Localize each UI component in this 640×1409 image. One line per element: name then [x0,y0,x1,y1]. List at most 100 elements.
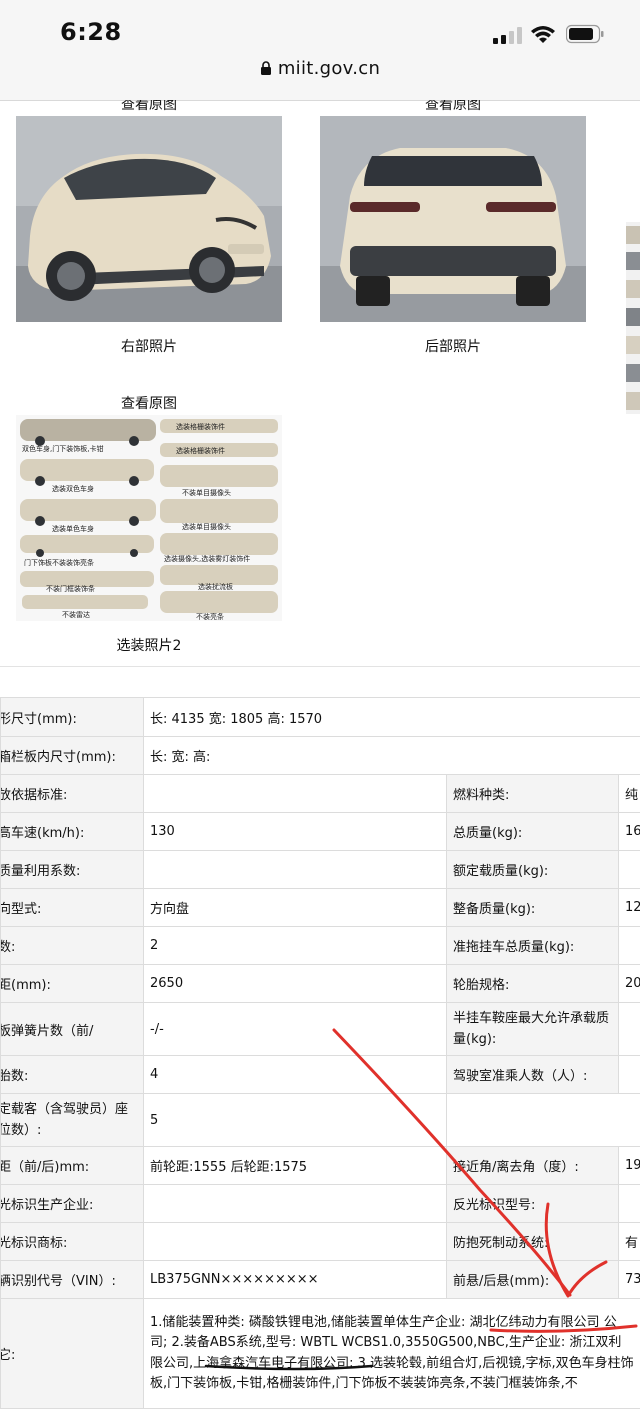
spec-row: 高车速(km/h): 130 总质量(kg): 16 [1,813,640,851]
spec-row: 胎数: 4 驾驶室准乘人数（人）: [1,1056,640,1094]
spec-value: 5 [144,1094,447,1147]
spec-label: 准拖挂车总质量(kg): [447,927,619,965]
spec-label: 轮胎规格: [447,965,619,1003]
collage-label: 双色车身,门下装饰板,卡钳 [22,444,103,453]
rear-photo[interactable] [320,116,586,322]
cellular-signal-icon [493,26,523,44]
spec-value: 19/ [619,1147,640,1185]
spec-value: LB375GNN××××××××× [144,1261,447,1299]
spec-value: 73 [619,1261,640,1299]
spec-label: 总质量(kg): [447,813,619,851]
collage-label: 选装单目摄像头 [182,522,231,531]
status-time: 6:28 [60,18,122,46]
collage-label: 选装双色车身 [52,484,94,493]
spec-label: 板弹簧片数（前/ [1,1003,144,1056]
collage-label: 选装摄像头,选装雾灯装饰件 [164,554,250,563]
spec-value [144,1223,447,1261]
spec-label: 质量利用系数: [1,851,144,889]
view-original-link[interactable]: 查看原图 [16,100,282,116]
spec-label: 额定载质量(kg): [447,851,619,889]
spec-row: 放依据标准: 燃料种类: 纯 [1,775,640,813]
spec-value: 长: 4135 宽: 1805 高: 1570 [144,698,640,737]
wifi-icon [530,24,556,44]
spec-label: 防抱死制动系统: [447,1223,619,1261]
spec-row: 光标识商标: 防抱死制动系统: 有 [1,1223,640,1261]
spec-label: 箱栏板内尺寸(mm): [1,737,144,775]
spec-value: 16 [619,813,640,851]
spec-label: 距(mm): [1,965,144,1003]
spec-value: 4 [144,1056,447,1094]
spec-label: 放依据标准: [1,775,144,813]
spec-value: 有 [619,1223,640,1261]
spec-value: 前轮距:1555 后轮距:1575 [144,1147,447,1185]
address-bar[interactable]: miit.gov.cn [0,58,640,79]
spec-value: 2 [144,927,447,965]
collage-label: 不装亮条 [196,612,224,621]
spec-label: 定载客（含驾驶员）座位数）: [1,1094,144,1147]
lock-icon [260,61,272,75]
spec-row: 辆识别代号（VIN）: LB375GNN××××××××× 前悬/后悬(mm):… [1,1261,640,1299]
spec-notes-text: 1.储能装置种类: 磷酸铁锂电池,储能装置单体生产企业: 湖北亿纬动力有限公司 … [144,1299,640,1409]
spec-value: 2650 [144,965,447,1003]
spec-value [619,1185,640,1223]
spec-label: 形尺寸(mm): [1,698,144,737]
spec-value: 130 [144,813,447,851]
photo-card-right: 查看原图 右部照片 [16,100,282,356]
collage-label: 不装门框装饰条 [46,584,95,593]
spec-label: 辆识别代号（VIN）: [1,1261,144,1299]
collage-label: 选装格栅装饰件 [176,422,225,431]
spec-value: 方向盘 [144,889,447,927]
right-side-photo[interactable] [16,116,282,322]
view-original-link[interactable]: 查看原图 [16,393,282,415]
photo-gallery: 查看原图 右部照片 查看原图 [0,100,640,665]
spec-row: 距(mm): 2650 轮胎规格: 20 [1,965,640,1003]
spec-row-notes: 它: 1.储能装置种类: 磷酸铁锂电池,储能装置单体生产企业: 湖北亿纬动力有限… [1,1299,640,1409]
collage-label: 不装单目摄像头 [182,488,231,497]
spec-row: 定载客（含驾驶员）座位数）: 5 [1,1094,640,1147]
photo-card-rear: 查看原图 后部照片 [320,100,586,356]
collage-label: 不装雷达 [62,610,90,619]
spec-value [144,851,447,889]
spec-label: 高车速(km/h): [1,813,144,851]
spec-value [619,1003,640,1056]
photo-caption: 右部照片 [16,336,282,356]
spec-value [447,1094,640,1147]
section-divider [0,666,640,667]
spec-value [619,927,640,965]
spec-value: 20 [619,965,640,1003]
spec-label: 整备质量(kg): [447,889,619,927]
battery-icon [566,24,604,44]
next-photo-thumbnail-strip [626,222,640,414]
spec-value [144,775,447,813]
photo-card-optional-2: 查看原图 [16,393,282,655]
spec-value [619,851,640,889]
spec-label: 它: [1,1299,144,1409]
spec-row: 距（前/后)mm: 前轮距:1555 后轮距:1575 接近角/离去角（度）: … [1,1147,640,1185]
spec-row: 数: 2 准拖挂车总质量(kg): [1,927,640,965]
spec-row: 向型式: 方向盘 整备质量(kg): 12 [1,889,640,927]
spec-label: 驾驶室准乘人数（人）: [447,1056,619,1094]
collage-label: 门下饰板不装装饰亮条 [24,558,94,567]
spec-row: 箱栏板内尺寸(mm): 长: 宽: 高: [1,737,640,775]
spec-value: 纯 [619,775,640,813]
spec-table: 形尺寸(mm): 长: 4135 宽: 1805 高: 1570 箱栏板内尺寸(… [0,697,640,1409]
spec-label: 数: [1,927,144,965]
optional-collage-photo[interactable]: 双色车身,门下装饰板,卡钳 选装格栅装饰件 选装格栅装饰件 选装双色车身 不装单… [16,415,282,621]
spec-label: 燃料种类: [447,775,619,813]
view-original-link[interactable]: 查看原图 [320,100,586,116]
spec-value [619,1056,640,1094]
spec-label: 半挂车鞍座最大允许承载质量(kg): [447,1003,619,1056]
spec-row: 板弹簧片数（前/ -/- 半挂车鞍座最大允许承载质量(kg): [1,1003,640,1056]
spec-label: 距（前/后)mm: [1,1147,144,1185]
spec-row: 光标识生产企业: 反光标识型号: [1,1185,640,1223]
collage-label: 选装扰流板 [198,582,233,591]
spec-row: 形尺寸(mm): 长: 4135 宽: 1805 高: 1570 [1,698,640,737]
spec-value: 长: 宽: 高: [144,737,640,775]
collage-label: 选装格栅装饰件 [176,446,225,455]
spec-value: -/- [144,1003,447,1056]
spec-label: 胎数: [1,1056,144,1094]
spec-value: 12 [619,889,640,927]
spec-label: 反光标识型号: [447,1185,619,1223]
spec-label: 向型式: [1,889,144,927]
spec-label: 接近角/离去角（度）: [447,1147,619,1185]
